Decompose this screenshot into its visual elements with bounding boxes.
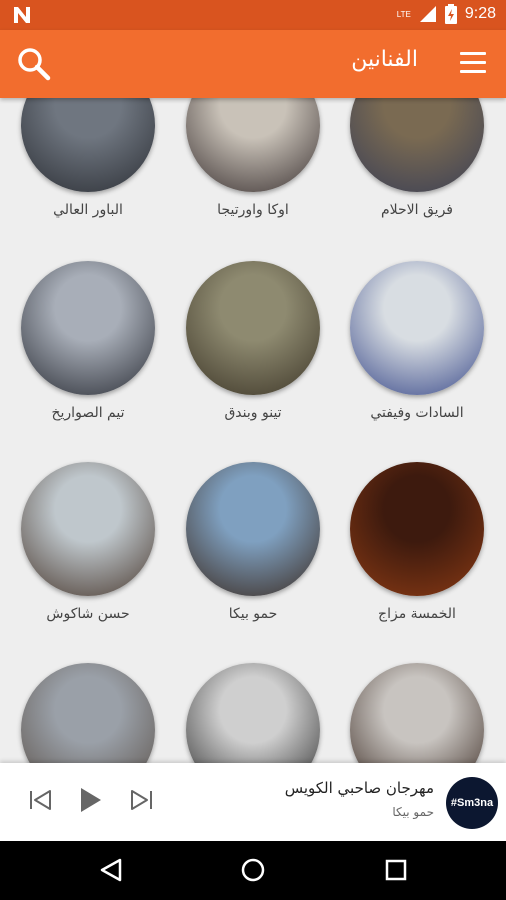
artist-avatar: [186, 663, 320, 763]
artist-name: حمو بيكا: [228, 606, 278, 622]
home-icon[interactable]: [240, 857, 266, 883]
recents-icon[interactable]: [384, 857, 408, 883]
artist-card[interactable]: تيم الصواريخ: [6, 261, 170, 421]
back-icon[interactable]: [98, 857, 124, 883]
previous-track-icon[interactable]: [28, 785, 54, 815]
signal-icon: [419, 6, 436, 22]
search-icon[interactable]: [16, 46, 52, 82]
artist-grid: فريق الاحلام اوكا واورتيجا الباور العالي…: [0, 98, 506, 763]
artist-name: الخمسة مزاج: [378, 606, 456, 622]
artist-card[interactable]: [171, 663, 335, 763]
artist-avatar: [350, 663, 484, 763]
artist-avatar: [350, 261, 484, 395]
system-nav-bar: [0, 841, 506, 900]
artist-avatar: [186, 462, 320, 596]
menu-icon-bar: [460, 61, 486, 64]
notification-n-icon: [14, 7, 30, 23]
artist-avatar: [21, 663, 155, 763]
artist-avatar: [21, 261, 155, 395]
status-bar: LTE 9:28: [0, 0, 506, 30]
artist-name: تيم الصواريخ: [51, 405, 125, 421]
artist-avatar: [21, 98, 155, 192]
artist-card[interactable]: فريق الاحلام: [335, 98, 499, 218]
artist-avatar: [350, 462, 484, 596]
artist-avatar: [350, 98, 484, 192]
play-icon[interactable]: [78, 785, 104, 815]
song-artist: حمو بيكا: [392, 805, 434, 819]
artist-name: حسن شاكوش: [46, 606, 130, 622]
artist-card[interactable]: السادات وفيفتي: [335, 261, 499, 421]
artist-card[interactable]: حمو بيكا: [171, 462, 335, 622]
artist-avatar: [186, 98, 320, 192]
menu-icon-bar: [460, 70, 486, 73]
artist-name: تينو وبندق: [224, 405, 282, 421]
app-toolbar: الفنانين: [0, 30, 506, 98]
artist-name: السادات وفيفتي: [370, 405, 464, 421]
now-playing-bar[interactable]: مهرجان صاحبي الكويس حمو بيكا #Sm3na: [0, 763, 506, 841]
song-title: مهرجان صاحبي الكويس: [284, 779, 434, 797]
artist-card[interactable]: [335, 663, 499, 763]
network-type-label: LTE: [396, 9, 411, 19]
song-artwork: #Sm3na: [446, 777, 498, 829]
artist-name: اوكا واورتيجا: [217, 202, 289, 218]
artist-card[interactable]: حسن شاكوش: [6, 462, 170, 622]
artist-card[interactable]: الخمسة مزاج: [335, 462, 499, 622]
artist-name: الباور العالي: [53, 202, 123, 218]
artist-avatar: [21, 462, 155, 596]
artist-card[interactable]: الباور العالي: [6, 98, 170, 218]
battery-icon: [444, 4, 457, 24]
artist-name: فريق الاحلام: [381, 202, 453, 218]
artist-avatar: [186, 261, 320, 395]
artist-card[interactable]: [6, 663, 170, 763]
artist-card[interactable]: تينو وبندق: [171, 261, 335, 421]
clock: 9:28: [464, 5, 496, 22]
menu-icon-bar: [460, 52, 486, 55]
page-title: الفنانين: [351, 47, 418, 72]
next-track-icon[interactable]: [128, 785, 154, 815]
menu-button[interactable]: [460, 52, 486, 74]
artist-card[interactable]: اوكا واورتيجا: [171, 98, 335, 218]
